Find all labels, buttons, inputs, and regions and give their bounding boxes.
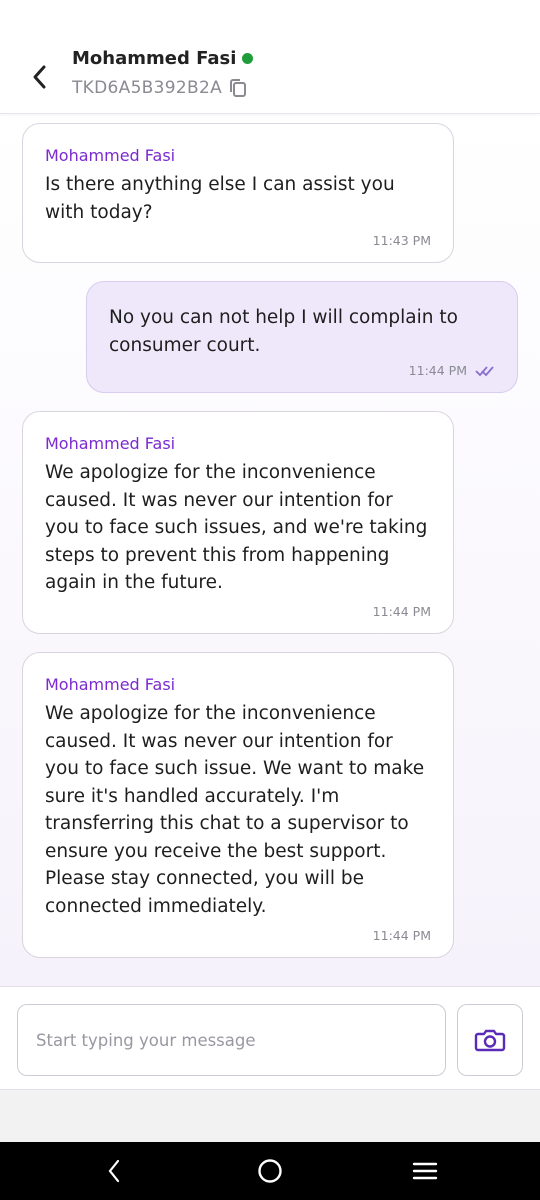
user-message: No you can not help I will complain to c…	[86, 281, 518, 393]
copy-icon[interactable]	[228, 78, 248, 98]
nav-back-button[interactable]	[84, 1142, 144, 1200]
bottom-spacer	[0, 1090, 540, 1142]
message-composer: Start typing your message	[0, 986, 540, 1090]
ticket-id: TKD6A5B392B2A	[72, 78, 223, 98]
back-button[interactable]	[24, 60, 54, 94]
message-text: Is there anything else I can assist you …	[45, 174, 395, 223]
online-status-dot	[242, 53, 254, 64]
agent-message: Mohammed Fasi We apologize for the incon…	[22, 411, 454, 634]
agent-message: Mohammed Fasi Is there anything else I c…	[22, 123, 454, 263]
agent-message: Mohammed Fasi We apologize for the incon…	[22, 652, 454, 958]
message-time: 11:43 PM	[373, 233, 431, 248]
message-time: 11:44 PM	[373, 928, 431, 943]
nav-home-button[interactable]	[240, 1142, 300, 1200]
message-text: No you can not help I will complain to c…	[109, 307, 458, 356]
ticket-id-row: TKD6A5B392B2A	[72, 78, 248, 98]
message-time-text: 11:44 PM	[408, 363, 467, 378]
double-check-icon	[475, 365, 495, 377]
agent-name-row: Mohammed Fasi	[72, 48, 254, 69]
camera-button[interactable]	[457, 1004, 523, 1076]
nav-recents-button[interactable]	[395, 1142, 455, 1200]
message-sender: Mohammed Fasi	[45, 675, 176, 694]
message-sender: Mohammed Fasi	[45, 434, 176, 453]
chevron-left-icon	[33, 65, 46, 89]
agent-name: Mohammed Fasi	[72, 48, 237, 69]
message-time-text: 11:44 PM	[372, 928, 431, 943]
message-input-placeholder: Start typing your message	[36, 1030, 256, 1050]
camera-icon	[474, 1029, 506, 1052]
message-text: We apologize for the inconvenience cause…	[45, 462, 428, 593]
system-navigation-bar	[0, 1142, 540, 1200]
message-text: We apologize for the inconvenience cause…	[45, 703, 425, 917]
message-time: 11:44 PM	[409, 363, 495, 378]
message-time-text: 11:43 PM	[372, 233, 431, 248]
chat-header: Mohammed Fasi TKD6A5B392B2A	[0, 0, 540, 114]
message-input[interactable]: Start typing your message	[17, 1004, 446, 1076]
menu-lines-icon	[412, 1162, 438, 1180]
message-time-text: 11:44 PM	[372, 604, 431, 619]
home-circle-icon	[258, 1159, 282, 1183]
message-time: 11:44 PM	[373, 604, 431, 619]
nav-back-icon	[108, 1159, 120, 1183]
chat-messages[interactable]: Mohammed Fasi Is there anything else I c…	[0, 114, 540, 986]
message-sender: Mohammed Fasi	[45, 146, 176, 165]
